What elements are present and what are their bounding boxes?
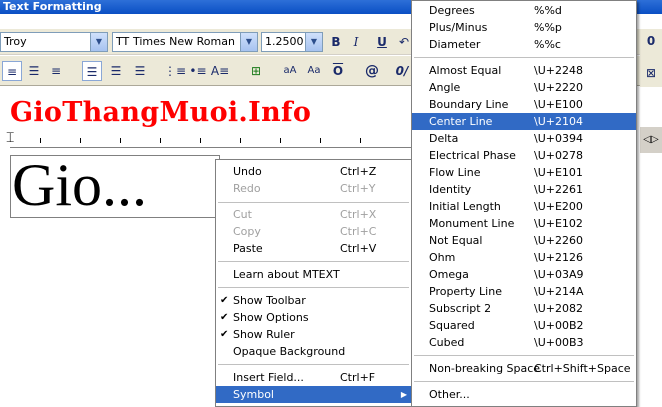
menu-separator [414,381,634,382]
chevron-down-icon[interactable]: ▼ [240,33,257,51]
menu-item-opaque-background[interactable]: Opaque Background [216,343,411,360]
symbol-item[interactable]: Delta \U+0394 [412,130,636,147]
uppercase-icon[interactable]: Aa [304,61,324,81]
ruler-tick [40,138,41,143]
bullet-list-icon[interactable]: •≡ [188,61,208,81]
menu-item-paste[interactable]: Paste Ctrl+V [216,240,411,257]
symbol-item[interactable]: Electrical Phase \U+0278 [412,147,636,164]
symbol-item[interactable]: Flow Line \U+E101 [412,164,636,181]
indent-marker-icon[interactable]: ⌶ [6,130,14,146]
menu-separator [218,261,409,262]
lowercase-icon[interactable]: aA [280,61,300,81]
checkmark-icon: ✔ [220,329,229,340]
ruler-resize-arrows-icon[interactable]: ◁▷ [640,127,662,153]
menu-separator [218,202,409,203]
close-icon[interactable]: ⊠ [641,63,661,83]
font-value: Times New Roman [133,35,235,48]
checkmark-icon: ✔ [220,295,229,306]
overline-icon[interactable]: O [328,61,348,81]
justify-top-icon[interactable]: ☰ [82,61,102,81]
symbol-item-other[interactable]: Other... [412,386,636,403]
symbol-item[interactable]: Squared \U+00B2 [412,317,636,334]
menu-item-show-options[interactable]: ✔ Show Options [216,309,411,326]
menu-item-show-ruler[interactable]: ✔ Show Ruler [216,326,411,343]
symbol-item[interactable]: Boundary Line \U+E100 [412,96,636,113]
symbol-item[interactable]: Monument Line \U+E102 [412,215,636,232]
ruler-tick [200,138,201,143]
symbol-item-center-line[interactable]: Center Line \U+2104 [412,113,636,130]
context-menu: Undo Ctrl+Z Redo Ctrl+Y Cut Ctrl+X Copy … [215,159,412,407]
text-height-dropdown[interactable]: 1.2500 ▼ [261,32,323,52]
symbol-button[interactable]: @ [362,61,382,81]
menu-item-cut[interactable]: Cut Ctrl+X [216,206,411,223]
numbered-list-icon[interactable]: ⋮≡ [164,61,186,81]
underline-button[interactable]: U [372,32,392,52]
menu-item-copy[interactable]: Copy Ctrl+C [216,223,411,240]
ruler-tick [320,138,321,143]
checkmark-icon: ✔ [220,312,229,323]
toolbar-right-strip: 0 ⊠ [640,29,662,87]
menu-item-show-toolbar[interactable]: ✔ Show Toolbar [216,292,411,309]
symbol-item[interactable]: Cubed \U+00B3 [412,334,636,351]
chevron-down-icon[interactable]: ▼ [305,33,322,51]
symbol-item[interactable]: Ohm \U+2126 [412,249,636,266]
menu-item-redo[interactable]: Redo Ctrl+Y [216,180,411,197]
menu-item-insert-field[interactable]: Insert Field... Ctrl+F [216,369,411,386]
justify-middle-icon[interactable]: ☰ [106,61,126,81]
style-value: Troy [4,35,27,48]
letter-list-icon[interactable]: A≡ [210,61,230,81]
symbol-item[interactable]: Property Line \U+214A [412,283,636,300]
oblique-angle-button[interactable]: 0/ [392,61,412,81]
symbol-item[interactable]: Identity \U+2261 [412,181,636,198]
chevron-down-icon[interactable]: ▼ [90,33,107,51]
ruler-tick [80,138,81,143]
truetype-font-icon: TT [116,35,130,48]
ruler-tick [120,138,121,143]
menu-separator [218,287,409,288]
text-height-value: 1.2500 [265,35,304,48]
menu-separator [414,355,634,356]
justify-bottom-icon[interactable]: ☰ [130,61,150,81]
editor-text: Gio... [12,152,147,218]
ruler-tick [160,138,161,143]
align-left-icon[interactable]: ≡ [2,61,22,81]
ruler-tick [280,138,281,143]
insert-field-icon[interactable]: ⊞ [246,61,266,81]
style-dropdown[interactable]: Troy ▼ [0,32,108,52]
ruler-tick [360,138,361,143]
font-dropdown[interactable]: TT Times New Roman ▼ [112,32,258,52]
window-title: Text Formatting [3,0,102,13]
menu-item-symbol[interactable]: Symbol ▶ [216,386,411,403]
italic-button[interactable]: I [346,32,366,52]
ruler-baseline [10,147,415,148]
symbol-item[interactable]: Omega \U+03A9 [412,266,636,283]
more-icon[interactable]: 0 [641,31,661,51]
menu-item-undo[interactable]: Undo Ctrl+Z [216,163,411,180]
ruler[interactable]: ⌶ [6,130,415,150]
ruler-tick [240,138,241,143]
symbol-item[interactable]: Not Equal \U+2260 [412,232,636,249]
submenu-arrow-icon: ▶ [400,390,407,399]
symbol-item[interactable]: Subscript 2 \U+2082 [412,300,636,317]
symbol-item-non-breaking-space[interactable]: Non-breaking Space Ctrl+Shift+Space [412,360,636,377]
symbol-item[interactable]: Initial Length \U+E200 [412,198,636,215]
symbol-item[interactable]: Diameter %%c [412,36,636,53]
watermark-text: GioThangMuoi.Info [10,97,312,128]
align-right-icon[interactable]: ≡ [46,61,66,81]
menu-separator [218,364,409,365]
symbol-item[interactable]: Angle \U+2220 [412,79,636,96]
bold-button[interactable]: B [326,32,346,52]
symbol-item[interactable]: Plus/Minus %%p [412,19,636,36]
symbol-item[interactable]: Degrees %%d [412,2,636,19]
symbol-item[interactable]: Almost Equal \U+2248 [412,62,636,79]
menu-separator [414,57,634,58]
align-center-icon[interactable]: ☰ [24,61,44,81]
menu-item-learn-mtext[interactable]: Learn about MTEXT [216,266,411,283]
symbol-submenu: Degrees %%d Plus/Minus %%p Diameter %%c … [411,0,637,407]
